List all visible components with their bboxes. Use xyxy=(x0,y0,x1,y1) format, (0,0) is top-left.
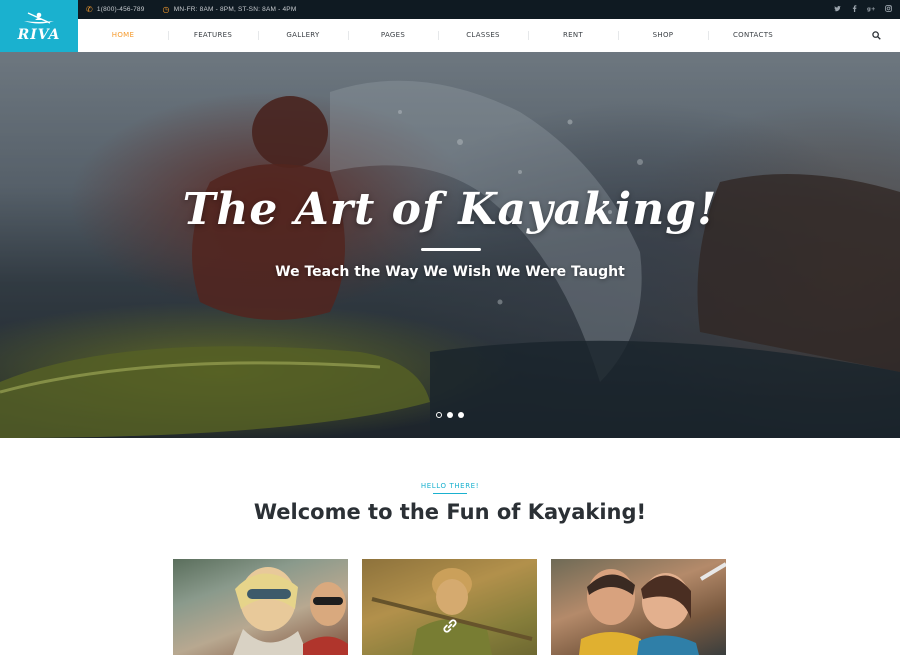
opening-hours: ◷ MN-FR: 8AM - 8PM, ST-SN: 8AM - 4PM xyxy=(162,4,297,14)
nav-item-rent[interactable]: RENT xyxy=(528,19,618,52)
search-icon xyxy=(871,31,881,40)
card-hover-tint xyxy=(362,559,537,655)
facebook-icon[interactable] xyxy=(850,5,858,14)
svg-text:g+: g+ xyxy=(867,7,875,13)
top-bar: ✆ 1(800)-456-789 ◷ MN-FR: 8AM - 8PM, ST-… xyxy=(78,0,900,19)
social-links: g+ xyxy=(833,5,892,14)
site-logo[interactable]: RIVA xyxy=(0,0,78,52)
slider-dot-3[interactable] xyxy=(458,412,464,418)
eyebrow-underline xyxy=(433,493,467,494)
instagram-icon[interactable] xyxy=(884,5,892,14)
slider-dot-1[interactable] xyxy=(436,412,442,418)
link-icon xyxy=(443,619,457,633)
hero-overlay xyxy=(0,52,900,438)
phone-contact[interactable]: ✆ 1(800)-456-789 xyxy=(86,4,145,14)
phone-icon: ✆ xyxy=(86,4,93,14)
section-heading: Welcome to the Fun of Kayaking! xyxy=(253,500,647,524)
hours-text: MN-FR: 8AM - 8PM, ST-SN: 8AM - 4PM xyxy=(173,6,297,13)
gallery-card-1[interactable] xyxy=(173,559,348,655)
hero-divider xyxy=(421,248,481,251)
search-button[interactable] xyxy=(865,19,887,52)
section-eyebrow: HELLO THERE! xyxy=(420,482,480,490)
link-button[interactable] xyxy=(439,615,461,637)
kayak-logo-icon xyxy=(24,11,54,24)
twitter-icon[interactable] xyxy=(833,5,841,14)
hero-subtitle: We Teach the Way We Wish We Were Taught xyxy=(275,264,625,280)
hero-slider: The Art of Kayaking! We Teach the Way We… xyxy=(0,52,900,438)
nav-item-classes[interactable]: CLASSES xyxy=(438,19,528,52)
nav-item-gallery[interactable]: GALLERY xyxy=(258,19,348,52)
nav-item-features[interactable]: FEATURES xyxy=(168,19,258,52)
nav-item-shop[interactable]: SHOP xyxy=(618,19,708,52)
hero-title: The Art of Kayaking! xyxy=(182,184,718,235)
card-photo-3 xyxy=(579,562,726,655)
slider-dot-2[interactable] xyxy=(447,412,453,418)
gallery-card-2[interactable] xyxy=(362,559,537,655)
slider-pagination xyxy=(436,412,464,418)
logo-text: RIVA xyxy=(17,26,61,43)
google-plus-icon[interactable]: g+ xyxy=(867,5,875,14)
gallery-card-3[interactable] xyxy=(551,559,726,655)
clock-icon: ◷ xyxy=(162,4,170,14)
nav-item-pages[interactable]: PAGES xyxy=(348,19,438,52)
card-photo-1 xyxy=(233,567,348,655)
phone-number: 1(800)-456-789 xyxy=(96,6,145,13)
main-navigation: HOME FEATURES GALLERY PAGES CLASSES RENT… xyxy=(78,19,900,52)
nav-item-contacts[interactable]: CONTACTS xyxy=(708,19,798,52)
nav-item-home[interactable]: HOME xyxy=(78,19,168,52)
